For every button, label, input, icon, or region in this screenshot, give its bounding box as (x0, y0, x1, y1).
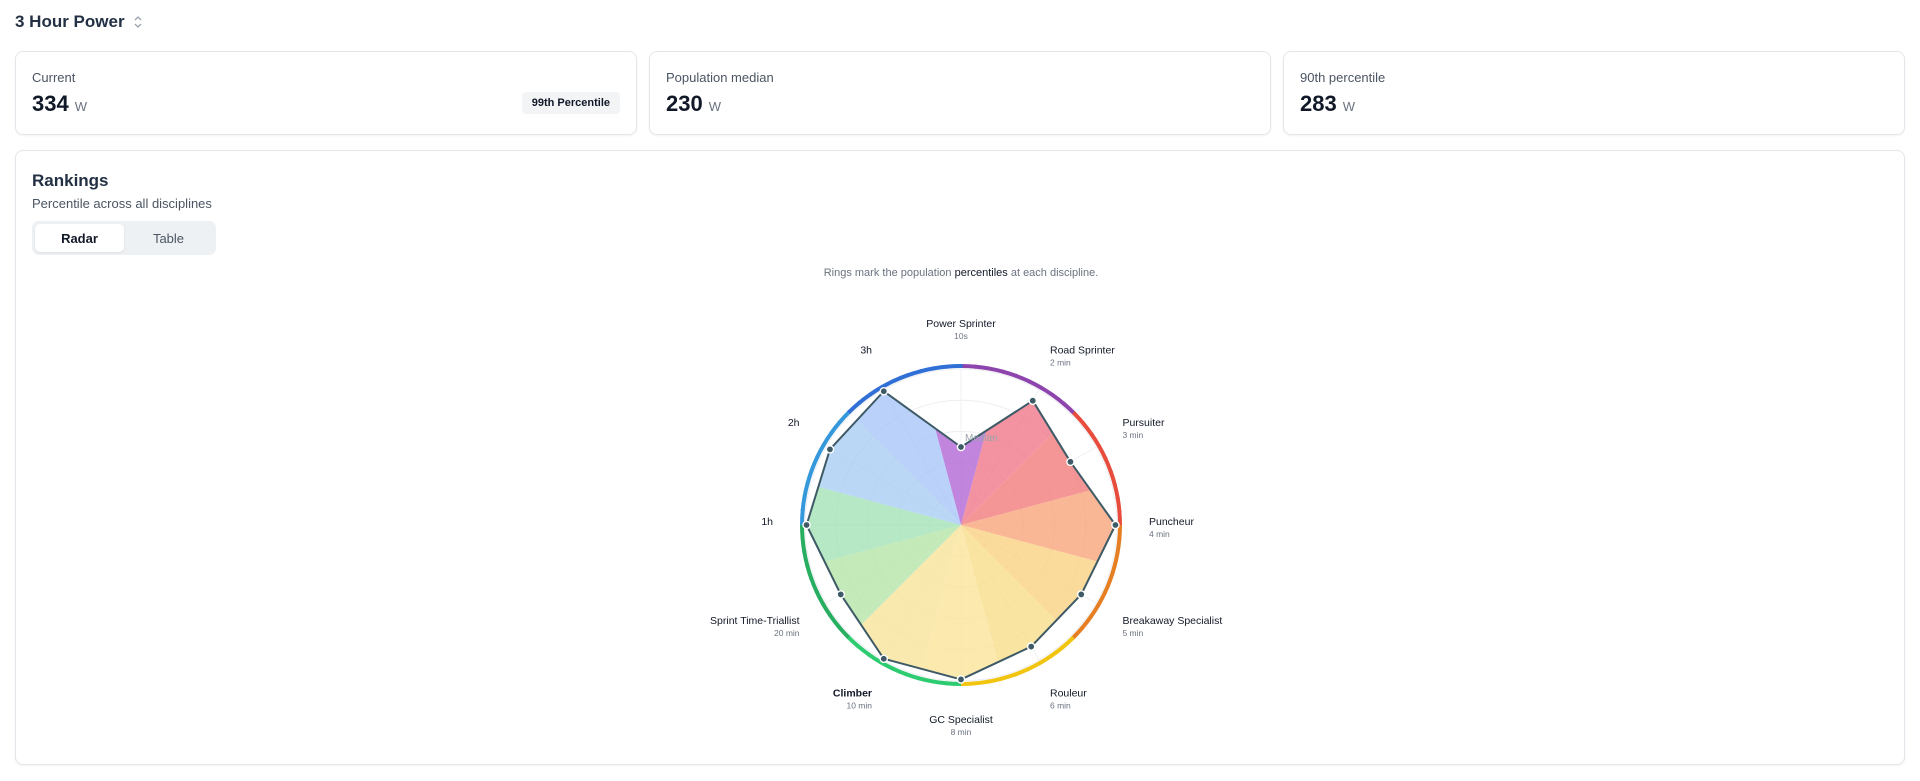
axis-sublabel: 2 min (1050, 358, 1071, 368)
outer-ring-segment (1096, 591, 1107, 607)
axis-sublabel: 3 min (1122, 430, 1143, 440)
card-number: 283 (1300, 91, 1337, 116)
axis-label: Pursuiter (1122, 417, 1165, 429)
data-point (1076, 590, 1086, 599)
card-unit: W (74, 99, 87, 114)
axis-label: Road Sprinter (1050, 345, 1115, 357)
stat-cards: Current 334 W 99th Percentile Population… (15, 51, 1905, 135)
outer-ring-segment (931, 679, 948, 686)
outer-ring-segment (1013, 667, 1030, 677)
axis-sublabel: 10 min (846, 700, 872, 710)
outer-ring-segment (946, 364, 963, 369)
outer-ring-segment (809, 577, 819, 594)
outer-ring-segment (986, 676, 1003, 684)
current-card: Current 334 W 99th Percentile (15, 51, 637, 135)
card-unit: W (1342, 99, 1355, 114)
data-point (956, 442, 966, 452)
axis-sublabel: 10s (954, 331, 968, 341)
outer-ring-segment (919, 366, 936, 374)
outer-ring-segment (879, 660, 895, 671)
outer-ring-segment (809, 455, 820, 472)
outer-ring-segment (974, 364, 991, 371)
axis-label: 3h (860, 345, 872, 357)
median-card: Population median 230 W (649, 51, 1271, 135)
axis-sublabel: 4 min (1149, 529, 1170, 539)
data-point (1066, 457, 1075, 467)
data-point (802, 520, 811, 530)
outer-ring-segment (892, 373, 909, 383)
axis-sublabel: 8 min (951, 727, 972, 737)
axis-label: Power Sprinter (926, 318, 996, 330)
data-point (1028, 396, 1038, 406)
outer-ring-segment (945, 681, 962, 686)
data-point (879, 654, 889, 664)
card-number: 230 (666, 91, 703, 116)
outer-ring-segment (1112, 483, 1120, 500)
axis-label: Breakaway Specialist (1122, 615, 1222, 627)
data-point (1026, 642, 1036, 651)
radar-chart: Median Power Sprinter10s Road Sprinter2 mi… (710, 318, 1222, 737)
page-title[interactable]: 3 Hour Power (15, 12, 143, 32)
card-label: Population median (666, 70, 774, 85)
outer-ring-segment (802, 550, 810, 567)
outer-ring-segment (973, 679, 989, 686)
axis-sublabel: 5 min (1122, 628, 1143, 638)
outer-ring-segment (1112, 552, 1120, 569)
rankings-panel: Rankings Percentile across all disciplin… (15, 150, 1905, 765)
p90-card: 90th percentile 283 W (1283, 51, 1905, 135)
outer-ring-segment (1103, 456, 1113, 473)
outer-ring-segment (800, 495, 807, 512)
outer-ring-segment (815, 443, 826, 459)
page-title-text: 3 Hour Power (15, 12, 125, 31)
data-point (1111, 520, 1120, 530)
outer-ring-segment (1115, 538, 1122, 555)
outer-ring-segment (1117, 524, 1123, 541)
axis-label: 2h (788, 417, 800, 429)
outer-ring-segment (1027, 379, 1043, 390)
outer-ring-segment (800, 537, 807, 553)
card-unit: W (708, 99, 721, 114)
axis-sublabel: 6 min (1050, 700, 1071, 710)
outer-ring-segment (802, 481, 810, 498)
axis-label: Rouleur (1050, 687, 1087, 699)
outer-ring-segment (960, 364, 977, 369)
data-point (956, 675, 966, 684)
outer-ring-segment (814, 589, 826, 606)
outer-ring-segment (988, 366, 1005, 374)
outer-ring-segment (1102, 578, 1113, 595)
card-value: 283 W (1300, 91, 1888, 117)
outer-ring-segment (800, 509, 805, 526)
axis-label: Puncheur (1149, 516, 1194, 528)
card-number: 334 (32, 91, 69, 116)
card-label: 90th percentile (1300, 70, 1386, 85)
outer-ring-segment (1115, 497, 1122, 513)
axis-label: Sprint Time-Triallist (710, 615, 800, 627)
axis-sublabel: 20 min (774, 628, 800, 638)
percentile-badge: 99th Percentile (521, 92, 620, 114)
card-label: Current (32, 70, 76, 85)
data-point (836, 590, 846, 599)
axis-label: Climber (833, 687, 872, 699)
outer-ring-segment (917, 676, 934, 684)
sort-icon[interactable] (133, 15, 143, 29)
axis-label: GC Specialist (929, 714, 993, 726)
axis-label: 1h (761, 516, 773, 528)
outer-ring-segment (933, 364, 949, 371)
outer-ring-segment (1014, 373, 1031, 384)
outer-ring-segment (1025, 660, 1042, 672)
outer-ring-segment (891, 666, 908, 677)
median-label: Median (965, 433, 998, 444)
outer-ring-segment (880, 378, 897, 390)
data-point (879, 386, 889, 396)
outer-ring-segment (1096, 444, 1108, 461)
data-point (825, 445, 835, 454)
card-value: 230 W (666, 91, 1254, 117)
